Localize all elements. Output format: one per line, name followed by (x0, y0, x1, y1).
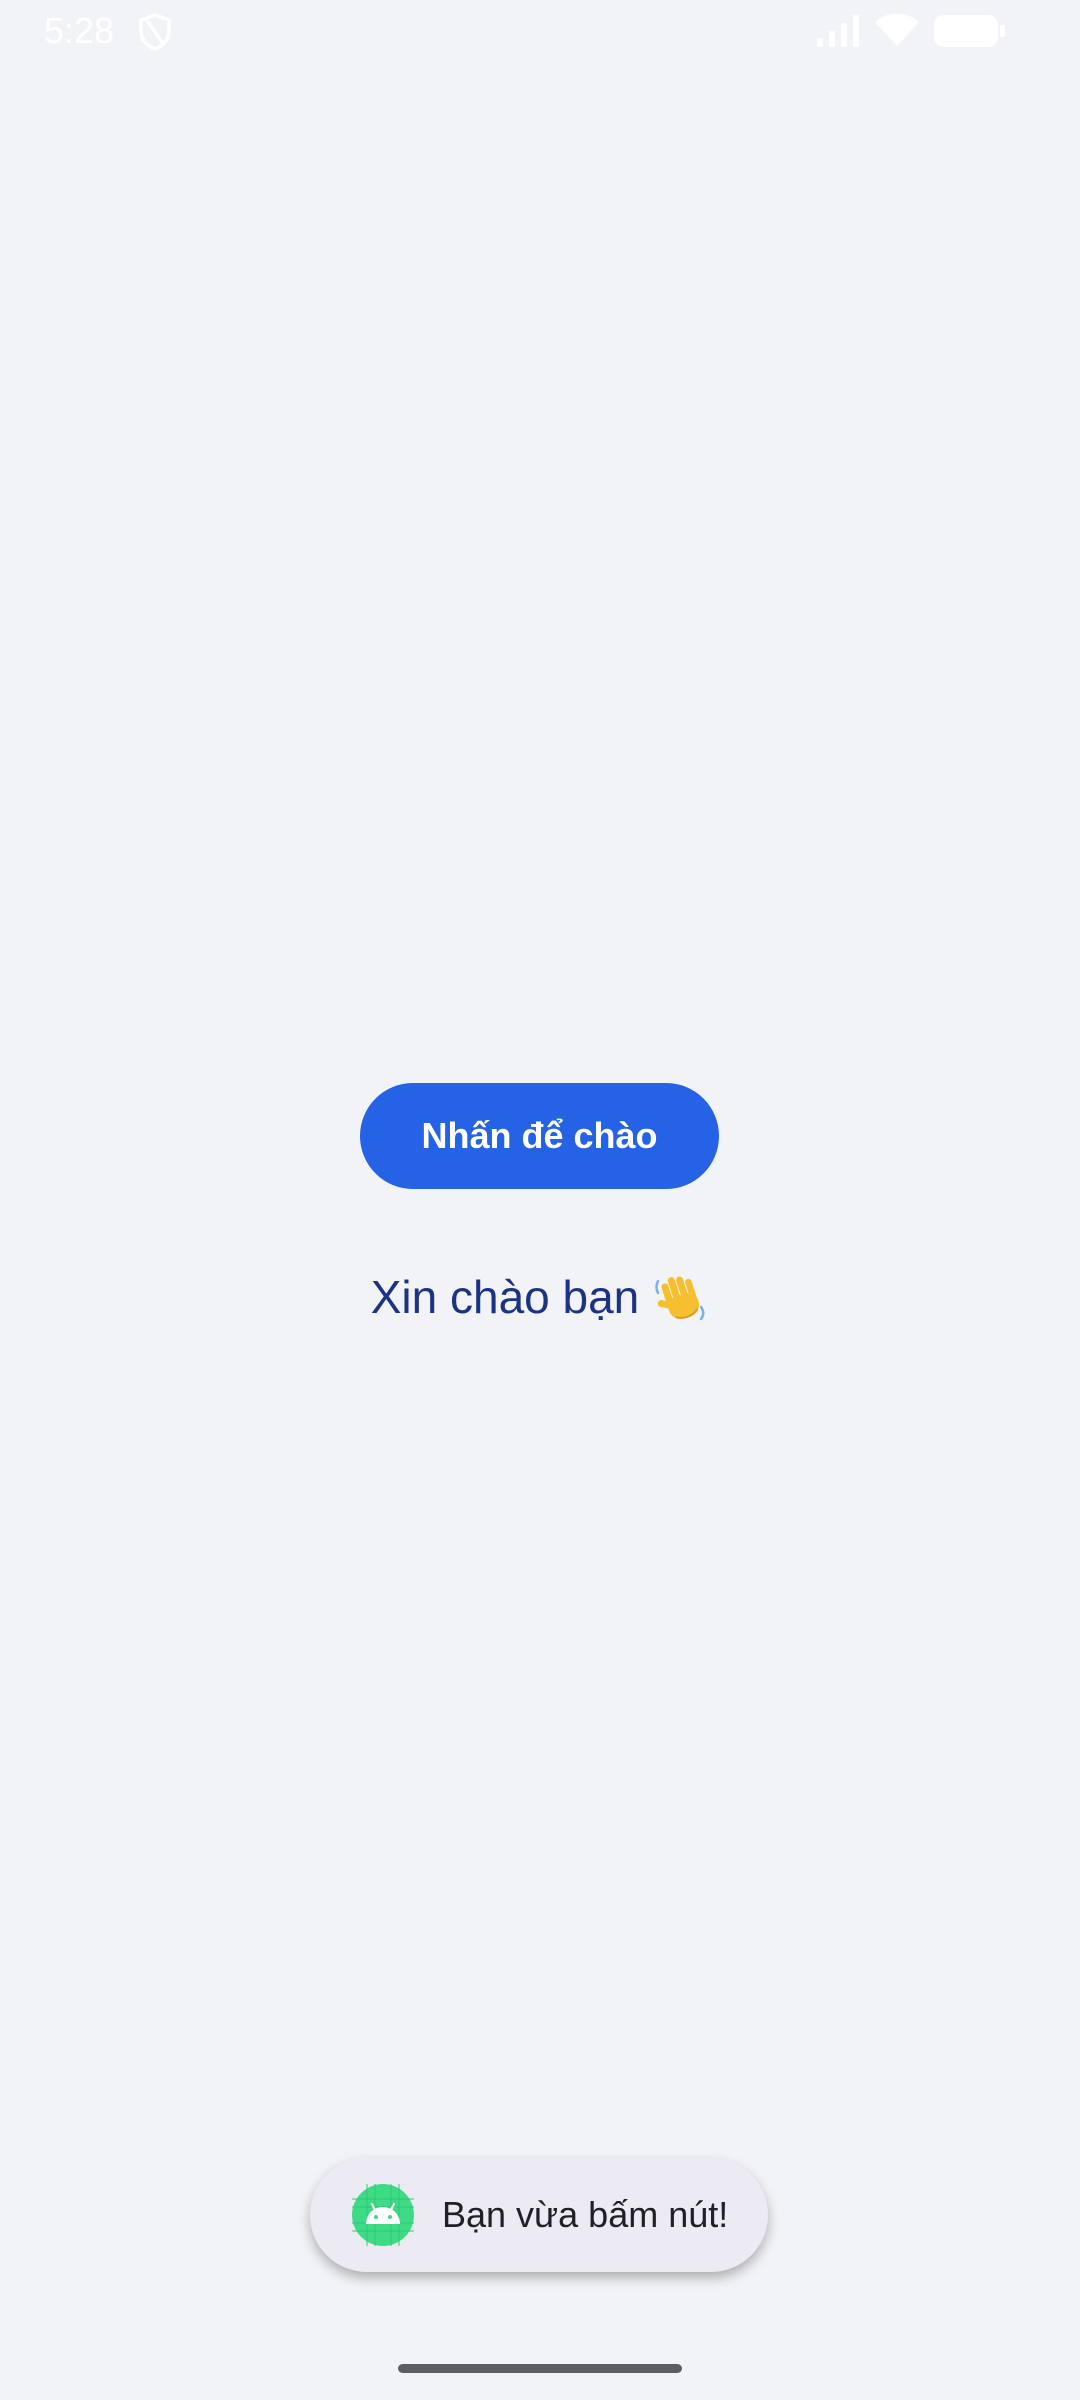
status-time: 5:28 (44, 10, 115, 51)
status-bar: 5:28 (0, 0, 1080, 64)
waving-hand-icon (655, 1276, 705, 1321)
toast: Bạn vừa bấm nút! (310, 2158, 768, 2272)
toast-message: Bạn vừa bấm nút! (442, 2194, 729, 2235)
signal-icon (817, 15, 859, 47)
greet-button[interactable]: Nhấn để chào (360, 1083, 719, 1189)
android-app-icon (352, 2184, 414, 2246)
battery-icon (934, 15, 1005, 47)
wifi-icon (875, 13, 919, 46)
home-indicator[interactable] (398, 2364, 682, 2373)
greeting: Xin chào bạn (0, 1262, 1080, 1332)
greeting-text: Xin chào bạn (370, 1271, 640, 1323)
shield-icon (139, 13, 171, 51)
